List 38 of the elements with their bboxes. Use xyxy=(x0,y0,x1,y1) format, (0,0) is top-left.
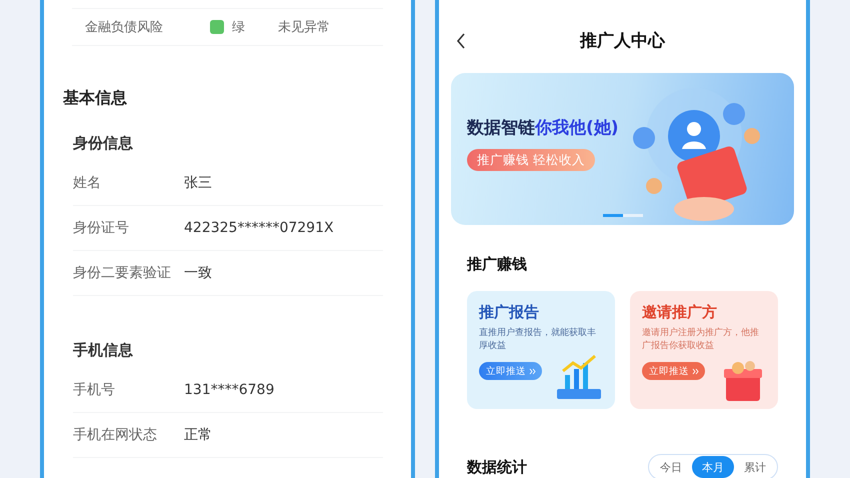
page-indicator[interactable] xyxy=(623,214,643,217)
page-indicator[interactable] xyxy=(603,214,623,217)
field-value: 131****6789 xyxy=(184,382,274,398)
card-title: 推广报告 xyxy=(479,303,540,322)
double-chevron-icon xyxy=(529,368,536,374)
period-tab[interactable]: 本月 xyxy=(692,456,734,478)
card-description: 直推用户查报告，就能获取丰厚收益 xyxy=(479,327,597,353)
double-chevron-icon xyxy=(692,368,699,374)
risk-label: 金融负债风险 xyxy=(84,19,164,36)
period-tab[interactable]: 今日 xyxy=(650,456,692,478)
section-title: 推广赚钱 xyxy=(467,254,528,275)
promo-card[interactable]: 推广报告 直推用户查报告，就能获取丰厚收益 立即推送 xyxy=(467,291,615,409)
risk-result: 未见异常 xyxy=(278,19,330,36)
field-label: 手机在网状态 xyxy=(73,426,158,444)
field-label: 身份证号 xyxy=(73,219,130,237)
banner-title: 数据智链你我他(她) xyxy=(467,117,620,139)
field-label: 姓名 xyxy=(73,174,102,192)
field-value: 一致 xyxy=(184,264,212,282)
field-value: 张三 xyxy=(184,174,212,192)
group-title: 手机信息 xyxy=(73,340,134,361)
promo-card[interactable]: 邀请推广方 邀请用户注册为推广方，他推广报告你获取收益 立即推送 xyxy=(630,291,778,409)
push-button[interactable]: 立即推送 xyxy=(642,362,705,380)
promo-banner[interactable]: 数据智链你我他(她) 推广赚钱 轻松收入 xyxy=(451,73,794,225)
group-title: 身份信息 xyxy=(73,133,134,154)
card-title: 邀请推广方 xyxy=(642,303,718,322)
push-button[interactable]: 立即推送 xyxy=(479,362,542,380)
page-title: 推广人中心 xyxy=(580,30,665,52)
section-title: 数据统计 xyxy=(467,458,527,476)
field-value: 422325******07291X xyxy=(184,220,334,236)
period-tab[interactable]: 累计 xyxy=(734,456,776,478)
field-label: 身份二要素验证 xyxy=(73,264,172,282)
banner-tag: 推广赚钱 轻松收入 xyxy=(467,149,595,171)
risk-level: 绿 xyxy=(232,19,246,36)
field-label: 手机号 xyxy=(73,381,116,399)
card-description: 邀请用户注册为推广方，他推广报告你获取收益 xyxy=(642,327,760,353)
section-title: 基本信息 xyxy=(63,87,128,109)
back-icon[interactable] xyxy=(455,32,467,50)
field-value: 正常 xyxy=(184,426,212,444)
